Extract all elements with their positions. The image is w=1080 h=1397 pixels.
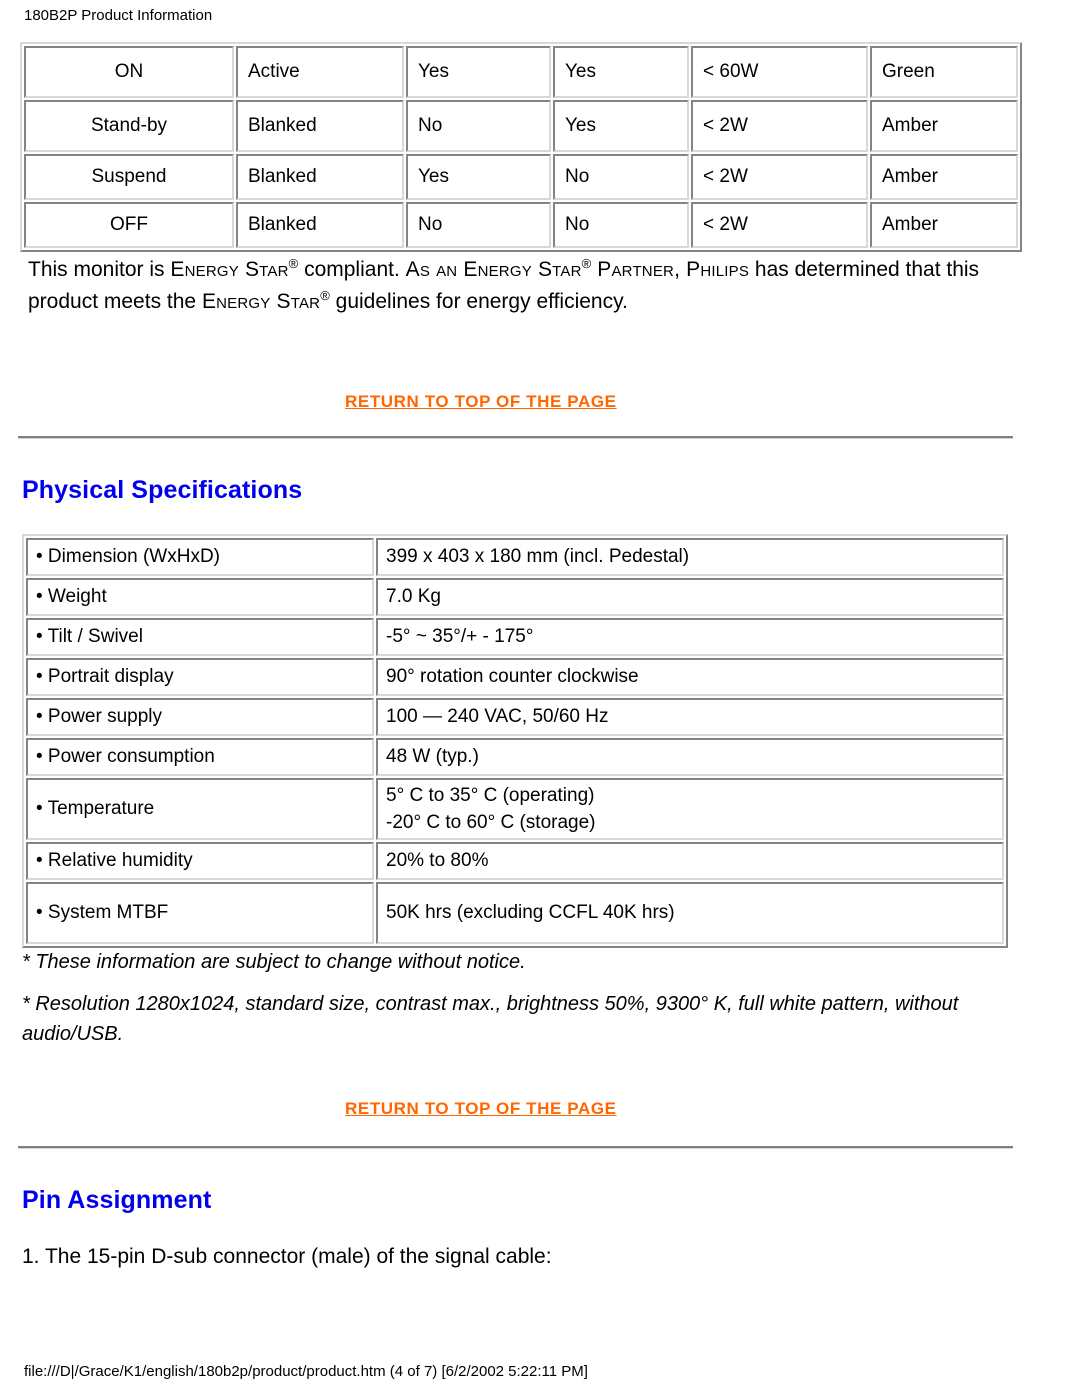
power-management-table: ON Active Yes Yes < 60W Green Stand-by B…	[20, 42, 1022, 252]
document-page: 180B2P Product Information ON Active Yes…	[0, 0, 1080, 1397]
table-row: • Weight 7.0 Kg	[26, 578, 1004, 616]
energy-star-mark-1: Energy Star	[170, 258, 289, 281]
section-heading-pin-assignment: Pin Assignment	[22, 1186, 212, 1214]
cell-vsync: Yes	[553, 100, 689, 152]
cell-video: Blanked	[236, 100, 404, 152]
spec-value-line-1: 5° C to 35° C (operating)	[386, 785, 595, 806]
cell-mode: OFF	[24, 202, 234, 248]
footer-path: file:///D|/Grace/K1/english/180b2p/produ…	[24, 1363, 588, 1380]
cell-mode: Stand-by	[24, 100, 234, 152]
cell-led-color: Green	[870, 46, 1018, 98]
return-to-top-link[interactable]: RETURN TO TOP OF THE PAGE	[345, 1099, 617, 1119]
table-row: • Power consumption 48 W (typ.)	[26, 738, 1004, 776]
pin-assignment-intro: 1. The 15-pin D-sub connector (male) of …	[22, 1245, 552, 1268]
cell-video: Blanked	[236, 154, 404, 200]
energy-star-mark-3: Energy Star	[201, 290, 321, 313]
table-row: Suspend Blanked Yes No < 2W Amber	[24, 154, 1018, 200]
table-row: • System MTBF 50K hrs (excluding CCFL 40…	[26, 882, 1004, 944]
section-heading-physical-specifications: Physical Specifications	[22, 476, 303, 504]
cell-led-color: Amber	[870, 100, 1018, 152]
table-row: OFF Blanked No No < 2W Amber	[24, 202, 1018, 248]
note-resolution: * Resolution 1280x1024, standard size, c…	[22, 993, 959, 1045]
cell-hsync: No	[406, 202, 551, 248]
spec-label: • Relative humidity	[26, 842, 374, 880]
spec-value-line-2: -20° C to 60° C (storage)	[386, 812, 596, 833]
spec-label: • Portrait display	[26, 658, 374, 696]
energy-text-6: guidelines for energy efficiency.	[329, 290, 628, 313]
cell-video: Blanked	[236, 202, 404, 248]
table-row: • Tilt / Swivel -5° ~ 35°/+ - 175°	[26, 618, 1004, 656]
energy-star-mark-2: Energy Star	[463, 258, 582, 281]
cell-hsync: Yes	[406, 46, 551, 98]
spec-value: 7.0 Kg	[376, 578, 1004, 616]
spec-value: 90° rotation counter clockwise	[376, 658, 1004, 696]
spec-value: 50K hrs (excluding CCFL 40K hrs)	[376, 882, 1004, 944]
cell-power-used: < 2W	[691, 202, 868, 248]
cell-vsync: No	[553, 154, 689, 200]
spec-label: • Dimension (WxHxD)	[26, 538, 374, 576]
cell-mode: Suspend	[24, 154, 234, 200]
registered-icon: ®	[320, 288, 330, 303]
cell-vsync: No	[553, 202, 689, 248]
table-row: ON Active Yes Yes < 60W Green	[24, 46, 1018, 98]
spec-value: -5° ~ 35°/+ - 175°	[376, 618, 1004, 656]
energy-text-1: This monitor is	[28, 258, 171, 281]
spec-label: • System MTBF	[26, 882, 374, 944]
spec-label: • Temperature	[26, 778, 374, 840]
registered-icon: ®	[288, 256, 299, 271]
spec-value: 100 — 240 VAC, 50/60 Hz	[376, 698, 1004, 736]
table-row: • Dimension (WxHxD) 399 x 403 x 180 mm (…	[26, 538, 1004, 576]
page-title: 180B2P Product Information	[24, 7, 213, 24]
cell-mode: ON	[24, 46, 234, 98]
cell-power-used: < 2W	[691, 154, 868, 200]
note-subject-to-change: * These information are subject to chang…	[22, 951, 526, 973]
table-row: Stand-by Blanked No Yes < 2W Amber	[24, 100, 1018, 152]
spec-label: • Tilt / Swivel	[26, 618, 374, 656]
table-row: • Power supply 100 — 240 VAC, 50/60 Hz	[26, 698, 1004, 736]
spec-value: 48 W (typ.)	[376, 738, 1004, 776]
spec-label: • Power supply	[26, 698, 374, 736]
physical-specifications-table-wrap: • Dimension (WxHxD) 399 x 403 x 180 mm (…	[22, 534, 1012, 948]
cell-vsync: Yes	[553, 46, 689, 98]
cell-video: Active	[236, 46, 404, 98]
cell-hsync: Yes	[406, 154, 551, 200]
cell-led-color: Amber	[870, 154, 1018, 200]
cell-led-color: Amber	[870, 202, 1018, 248]
energy-text-4: Partner,	[591, 258, 687, 281]
energy-star-paragraph: This monitor is Energy Star® compliant. …	[28, 254, 988, 318]
section-divider	[18, 1146, 1013, 1149]
section-divider	[18, 436, 1013, 439]
table-row: • Temperature 5° C to 35° C (operating) …	[26, 778, 1004, 840]
cell-power-used: < 60W	[691, 46, 868, 98]
cell-hsync: No	[406, 100, 551, 152]
registered-icon: ®	[581, 256, 592, 271]
table-row: • Portrait display 90° rotation counter …	[26, 658, 1004, 696]
spec-value: 20% to 80%	[376, 842, 1004, 880]
spec-label: • Power consumption	[26, 738, 374, 776]
spec-label: • Weight	[26, 578, 374, 616]
spec-value: 399 x 403 x 180 mm (incl. Pedestal)	[376, 538, 1004, 576]
cell-power-used: < 2W	[691, 100, 868, 152]
philips-brand: Philips	[686, 258, 750, 281]
table-row: • Relative humidity 20% to 80%	[26, 842, 1004, 880]
energy-text-3: As an	[405, 258, 464, 281]
power-management-table-wrap: ON Active Yes Yes < 60W Green Stand-by B…	[20, 42, 1022, 252]
spec-value: 5° C to 35° C (operating) -20° C to 60° …	[376, 778, 1004, 840]
physical-specifications-table: • Dimension (WxHxD) 399 x 403 x 180 mm (…	[22, 534, 1008, 948]
return-to-top-link[interactable]: RETURN TO TOP OF THE PAGE	[345, 392, 617, 412]
energy-text-2: compliant.	[298, 258, 406, 281]
